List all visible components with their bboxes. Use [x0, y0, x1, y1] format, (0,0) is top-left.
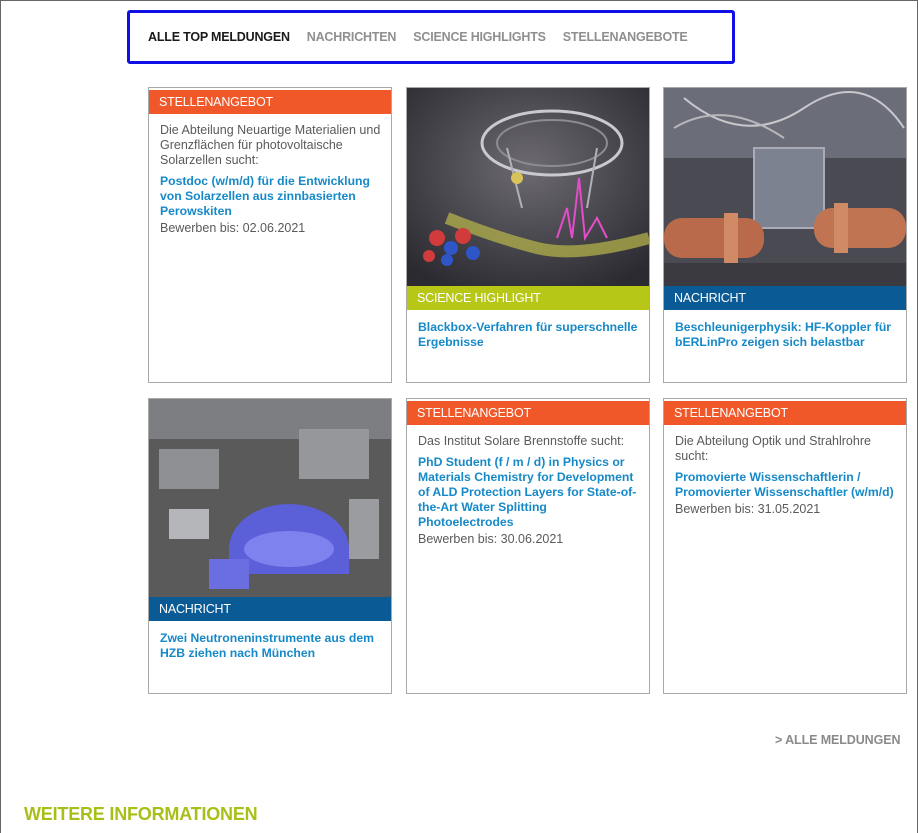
- card-deadline: Bewerben bis: 30.06.2021: [418, 532, 564, 546]
- news-filter-tabs: ALLE TOP MELDUNGEN NACHRICHTEN SCIENCE H…: [127, 10, 735, 64]
- accelerator-couplers-image: [664, 88, 906, 286]
- news-card-job-optics[interactable]: STELLENANGEBOT Die Abteilung Optik und S…: [663, 398, 907, 694]
- x-ray-spectroscopy-image: [407, 88, 649, 286]
- card-image[interactable]: [149, 399, 391, 597]
- category-badge: NACHRICHT: [149, 597, 391, 621]
- card-intro: Die Abteilung Neuartige Materialien und …: [160, 123, 381, 167]
- all-news-link[interactable]: > ALLE MELDUNGEN: [775, 733, 900, 747]
- neutron-hall-image: [149, 399, 391, 597]
- card-title-link[interactable]: Blackbox-Verfahren für superschnelle Erg…: [418, 320, 639, 350]
- news-card-job-phd[interactable]: STELLENANGEBOT Das Institut Solare Brenn…: [406, 398, 650, 694]
- category-badge: STELLENANGEBOT: [149, 90, 391, 114]
- card-deadline: Bewerben bis: 02.06.2021: [160, 221, 306, 235]
- news-card-accelerator[interactable]: NACHRICHT Beschleunigerphysik: HF-Kopple…: [663, 87, 907, 383]
- card-title-link[interactable]: Zwei Neutroneninstrumente aus dem HZB zi…: [160, 631, 381, 661]
- card-image[interactable]: [664, 88, 906, 286]
- card-intro: Die Abteilung Optik und Strahlrohre such…: [675, 434, 871, 463]
- tab-alle-top-meldungen[interactable]: ALLE TOP MELDUNGEN: [148, 30, 290, 44]
- card-deadline: Bewerben bis: 31.05.2021: [675, 502, 821, 516]
- section-title-weitere-informationen: WEITERE INFORMATIONEN: [24, 804, 258, 824]
- category-badge: STELLENANGEBOT: [407, 401, 649, 425]
- tab-stellenangebote[interactable]: STELLENANGEBOTE: [563, 30, 688, 44]
- card-title-link[interactable]: Beschleunigerphysik: HF-Koppler für bERL…: [675, 320, 896, 350]
- category-badge: NACHRICHT: [664, 286, 906, 310]
- card-intro: Das Institut Solare Brennstoffe sucht:: [418, 434, 625, 448]
- card-title-link[interactable]: Postdoc (w/m/d) für die Entwicklung von …: [160, 174, 381, 219]
- card-title-link[interactable]: PhD Student (f / m / d) in Physics or Ma…: [418, 455, 639, 530]
- news-card-neutron-instruments[interactable]: NACHRICHT Zwei Neutroneninstrumente aus …: [148, 398, 392, 694]
- category-badge: SCIENCE HIGHLIGHT: [407, 286, 649, 310]
- card-title-link[interactable]: Promovierte Wissenschaftlerin / Promovie…: [675, 470, 896, 500]
- news-card-science-highlight[interactable]: SCIENCE HIGHLIGHT Blackbox-Verfahren für…: [406, 87, 650, 383]
- category-badge: STELLENANGEBOT: [664, 401, 906, 425]
- news-card-job-postdoc[interactable]: STELLENANGEBOT Die Abteilung Neuartige M…: [148, 87, 392, 383]
- tab-nachrichten[interactable]: NACHRICHTEN: [307, 30, 397, 44]
- tab-science-highlights[interactable]: SCIENCE HIGHLIGHTS: [413, 30, 546, 44]
- card-image[interactable]: [407, 88, 649, 286]
